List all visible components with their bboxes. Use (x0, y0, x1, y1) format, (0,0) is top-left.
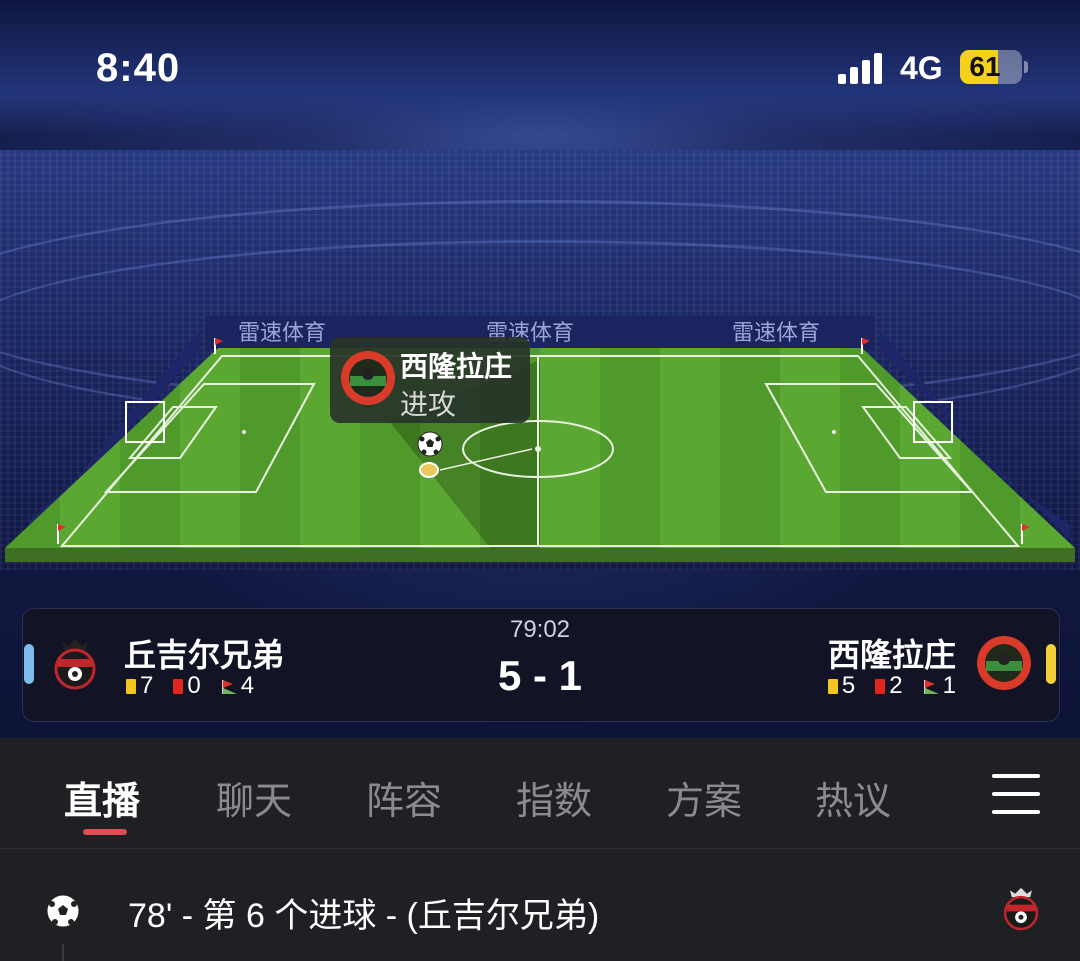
pitch-graphic: 雷速体育 雷速体育 雷速体育 (5, 316, 1075, 562)
tab-lineup[interactable]: 阵容 (366, 770, 442, 825)
corner-flag-icon (923, 680, 939, 694)
attack-tooltip: 西隆拉庄 进攻 (330, 337, 530, 423)
tab-chat[interactable]: 聊天 (216, 770, 292, 825)
away-red-count: 2 (889, 672, 903, 699)
tooltip-team: 西隆拉庄 (400, 351, 513, 382)
battery-icon: 61 (960, 50, 1022, 84)
event-text[interactable]: 78' - 第 6 个进球 - (丘吉尔兄弟) (128, 888, 599, 937)
menu-icon[interactable] (992, 774, 1040, 814)
tab-plans[interactable]: 方案 (666, 770, 742, 825)
yellow-card-icon (827, 678, 838, 694)
away-team-name[interactable]: 西隆拉庄 (828, 630, 956, 676)
match-clock: 79:02 (509, 616, 571, 643)
pitch-edge (5, 548, 1075, 562)
home-team-name[interactable]: 丘吉尔兄弟 (124, 630, 284, 676)
home-red-count: 0 (187, 672, 201, 699)
tab-odds[interactable]: 指数 (516, 770, 592, 825)
battery-level: 61 (969, 51, 1001, 82)
ad-text: 雷速体育 (238, 320, 326, 345)
tooltip-action: 进攻 (400, 389, 457, 420)
status-time: 8:40 (96, 46, 181, 90)
away-yellow-count: 5 (841, 672, 856, 699)
red-card-icon (875, 678, 886, 694)
ad-text: 雷速体育 (732, 320, 820, 345)
tab-live[interactable]: 直播 (64, 770, 140, 825)
team-logo-shillong (341, 351, 395, 405)
away-stats: 5 2 1 (827, 672, 956, 700)
tab-discussion[interactable]: 热议 (815, 770, 891, 825)
network-type: 4G (900, 50, 943, 86)
away-corner-count: 1 (942, 672, 956, 699)
corner-flag-icon (221, 680, 237, 694)
away-color-bar (1046, 644, 1056, 684)
home-yellow-count: 7 (140, 672, 154, 699)
match-score: 5 - 1 (497, 652, 583, 699)
red-card-icon (173, 678, 184, 694)
soccer-ball-icon (417, 431, 443, 457)
ball-position-marker (419, 462, 439, 478)
cellular-signal-icon (838, 52, 886, 84)
yellow-card-icon (126, 678, 136, 694)
status-bar: 8:40 4G 61 (0, 0, 1080, 110)
home-team-logo[interactable] (50, 636, 100, 690)
away-team-logo[interactable] (976, 634, 1032, 692)
home-corner-count: 4 (240, 672, 255, 699)
battery-tip (1024, 61, 1028, 73)
active-tab-indicator (83, 829, 127, 835)
home-team-logo (1003, 887, 1039, 931)
home-stats: 7 0 4 (126, 672, 254, 700)
home-color-bar (24, 644, 34, 684)
soccer-ball-icon (46, 894, 80, 928)
timeline-line (62, 944, 64, 961)
